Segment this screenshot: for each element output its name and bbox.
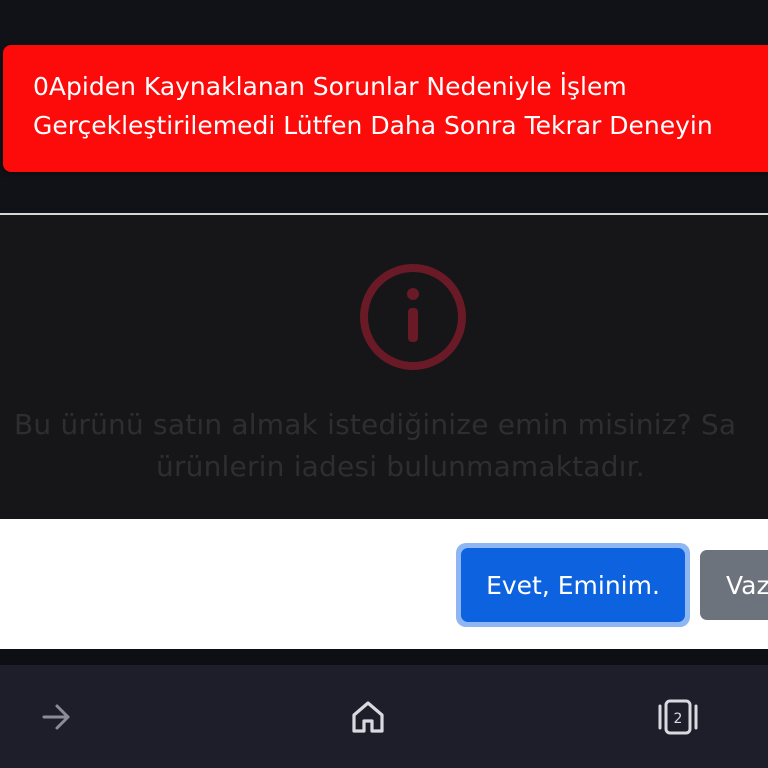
info-icon <box>360 264 466 370</box>
tabs-icon: 2 <box>658 699 698 734</box>
arrow-right-icon <box>42 704 70 729</box>
confirm-button[interactable]: Evet, Eminim. <box>456 543 690 627</box>
nav-home-button[interactable] <box>328 665 408 768</box>
bottom-nav-bar: 2 <box>0 665 768 768</box>
error-toast-line-2: Gerçekleştirilemedi Lütfen Daha Sonra Te… <box>33 111 713 140</box>
confirm-button-label: Evet, Eminim. <box>461 548 685 622</box>
home-icon <box>352 700 384 733</box>
nav-forward-button[interactable] <box>16 665 96 768</box>
nav-tabs-button[interactable]: 2 <box>638 665 718 768</box>
screen: Bu ürünü satın almak istediğinize emin m… <box>0 0 768 768</box>
confirm-message-line-2: ürünlerin iadesi bulunmamaktadır. <box>156 450 645 483</box>
confirm-message-line-1: Bu ürünü satın almak istediğinize emin m… <box>14 408 737 441</box>
confirm-message: Bu ürünü satın almak istediğinize emin m… <box>0 404 768 494</box>
page-background-strip <box>0 649 768 665</box>
tab-count: 2 <box>674 711 683 727</box>
cancel-button-label: Vaz <box>726 570 768 600</box>
cancel-button[interactable]: Vaz <box>700 550 768 620</box>
error-toast[interactable]: 0Apiden Kaynaklanan Sorunlar Nedeniyle İ… <box>3 45 768 172</box>
error-toast-line-1: 0Apiden Kaynaklanan Sorunlar Nedeniyle İ… <box>33 72 627 101</box>
